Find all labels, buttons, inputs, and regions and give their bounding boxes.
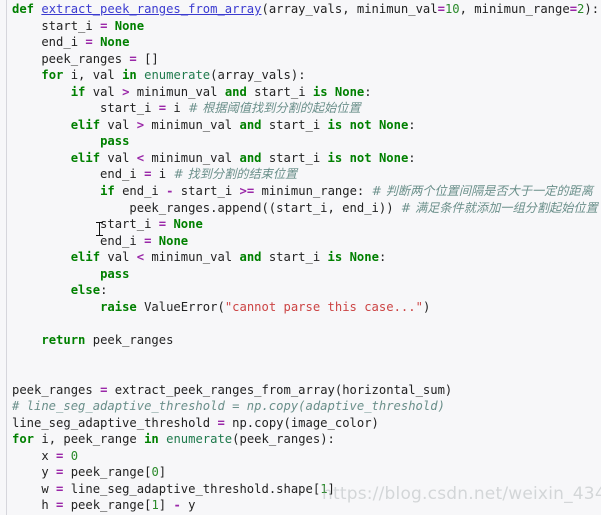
code-line-18: else: (70, 283, 108, 298)
code-line-2: start_i = None (12, 18, 145, 33)
comment-line-1: # line_seg_adaptive_threshold = np.copy(… (12, 399, 445, 414)
code-line-14: start_i = None (12, 217, 203, 232)
code-line-24: peek_ranges = extract_peek_ranges_from_a… (12, 382, 453, 397)
code-line-21: return peek_ranges (41, 332, 174, 347)
code-line-1: def extract_peek_ranges_from_array(array… (12, 2, 600, 16)
code-line-15: end_i = None (12, 233, 189, 248)
inline-comment-zh-3: # 判断两个位置间隔是否大于一定的距离 (371, 184, 593, 199)
code-line-19: raise ValueError("cannot parse this case… (100, 299, 431, 314)
inline-comment-zh-2: # 找到分割的结束位置 (173, 167, 298, 182)
code-line-27: for i, peek_range in enumerate(peek_rang… (12, 432, 335, 447)
code-line-5: for i, val in enumerate(array_vals): (41, 68, 306, 83)
inline-comment-zh-4: # 满足条件就添加一组分割起始位置 (400, 200, 598, 215)
code-line-6: if val > minimun_val and start_i is None… (70, 84, 372, 99)
inline-comment-zh-1: # 根据阈值找到分割的起始位置 (188, 101, 361, 116)
code-line-9: pass (100, 134, 130, 149)
code-line-25: # line_seg_adaptive_threshold = np.copy(… (0, 398, 601, 415)
code-block[interactable]: def extract_peek_ranges_from_array(array… (0, 0, 601, 515)
code-line-30: w = line_seg_adaptive_threshold.shape[1] (12, 481, 335, 496)
code-line-12: if end_i - start_i >= minimun_range: # 判… (100, 184, 593, 199)
code-line-7: start_i = i # 根据阈值找到分割的起始位置 (12, 101, 361, 116)
code-line-31: h = peek_range[1] - y (12, 498, 196, 513)
code-line-29: y = peek_range[0] (12, 465, 167, 480)
code-line-3: end_i = None (12, 35, 130, 50)
code-line-16: elif val < minimun_val and start_i is No… (70, 250, 387, 265)
code-line-8: elif val > minimun_val and start_i is no… (70, 117, 416, 132)
error-message-string: "cannot parse this case..." (224, 299, 423, 314)
code-line-11: end_i = i # 找到分割的结束位置 (12, 167, 298, 182)
code-line-28: x = 0 (12, 448, 79, 463)
code-line-4: peek_ranges = [] (12, 51, 159, 66)
code-line-26: line_seg_adaptive_threshold = np.copy(im… (12, 415, 379, 430)
code-line-17: pass (100, 266, 130, 281)
code-line-10: elif val < minimun_val and start_i is no… (70, 150, 416, 165)
code-line-13: peek_ranges.append((start_i, end_i)) # 满… (12, 200, 598, 215)
code-screenshot: def extract_peek_ranges_from_array(array… (0, 0, 601, 515)
